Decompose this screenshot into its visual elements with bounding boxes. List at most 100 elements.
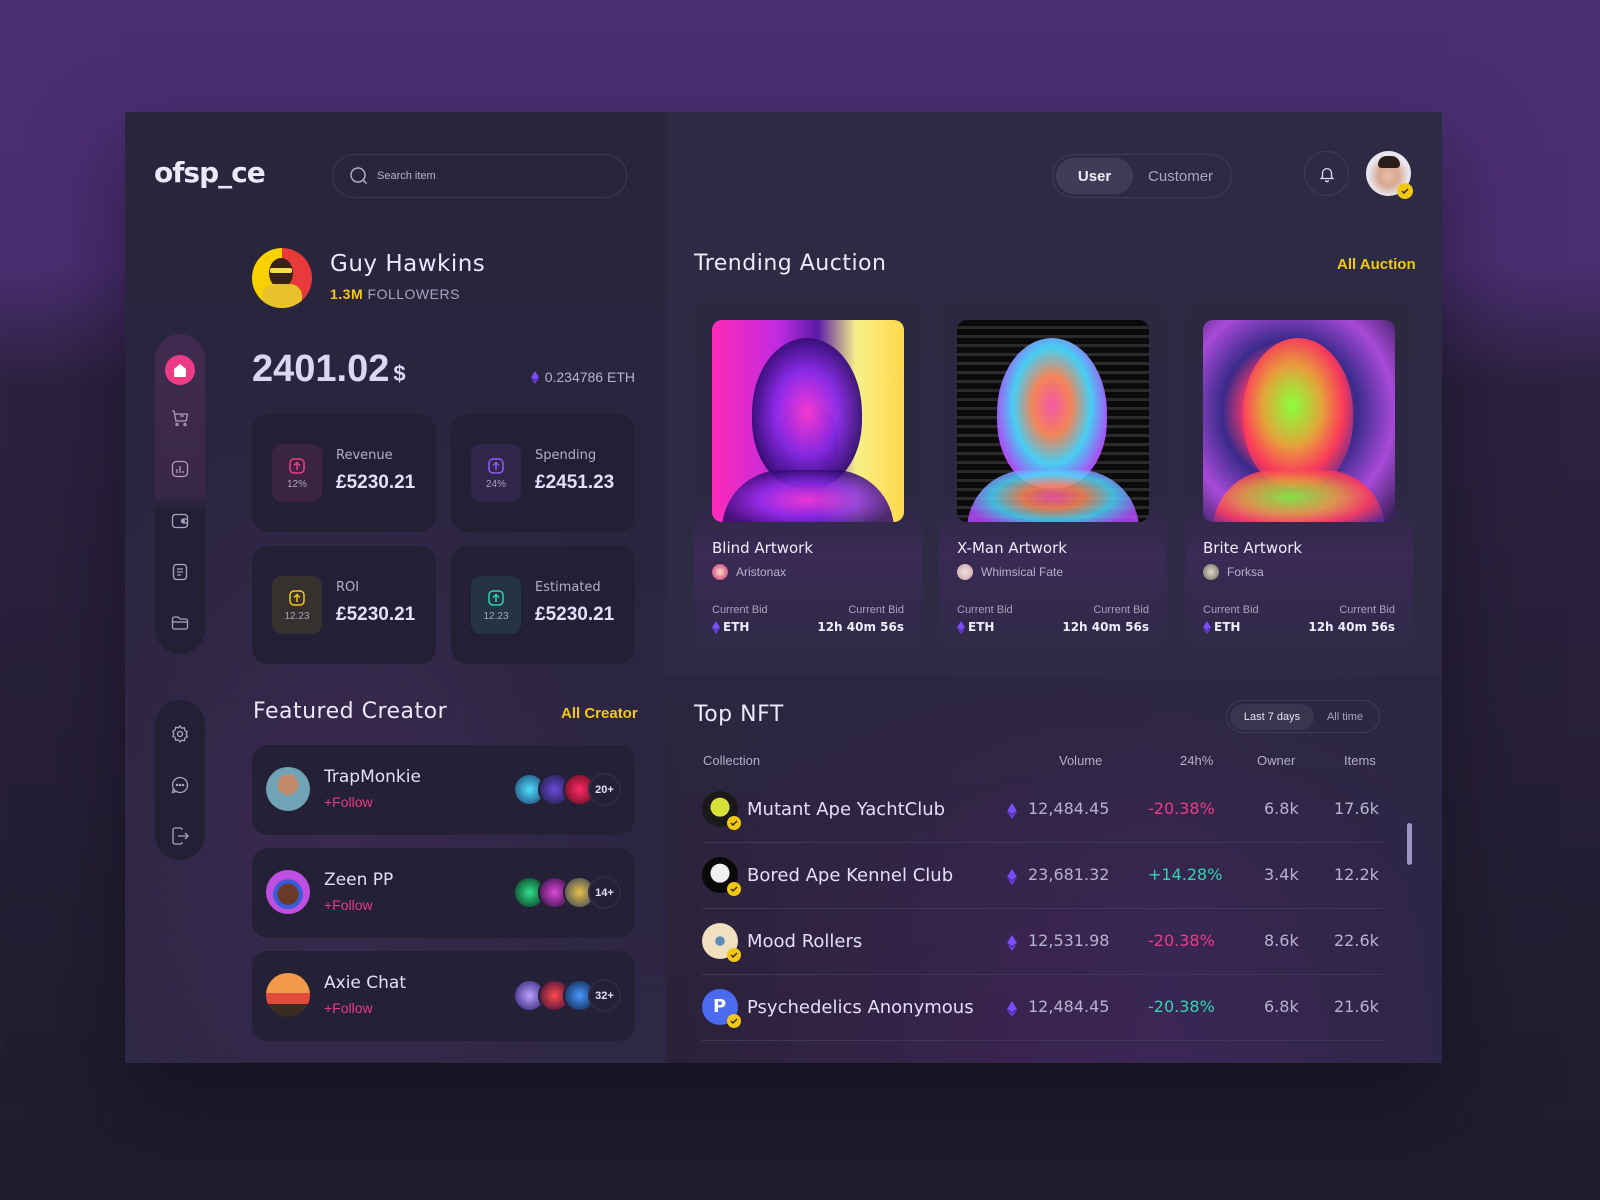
all-creator-link[interactable]: All Creator	[561, 705, 638, 722]
user-avatar[interactable]	[1366, 151, 1413, 199]
check-icon	[730, 1018, 738, 1025]
artwork-author[interactable]: Whimsical Fate	[957, 564, 1063, 580]
collection-name[interactable]: Mood Rollers	[747, 931, 862, 952]
table-scrollbar[interactable]	[1407, 823, 1412, 865]
stat-badge-value: 12.23	[284, 610, 310, 622]
table-row[interactable]: Mood Rollers 12,531.98 -20.38% 8.6k 22.6…	[702, 909, 1382, 975]
stat-card-spending[interactable]: 24% Spending £2451.23	[451, 414, 635, 532]
creator-name[interactable]: TrapMonkie	[324, 767, 421, 787]
collection-name[interactable]: Psychedelics Anonymous	[747, 997, 974, 1018]
artwork-image[interactable]	[1203, 320, 1395, 522]
author-name: Aristonax	[736, 565, 787, 579]
artwork-image[interactable]	[712, 320, 904, 522]
sidebar-item-home[interactable]	[165, 355, 195, 385]
sidebar-item-cart[interactable]	[165, 403, 195, 433]
sidebar-item-settings[interactable]	[165, 719, 195, 749]
follow-button[interactable]: +Follow	[324, 794, 373, 810]
notifications-button[interactable]	[1304, 151, 1349, 196]
logout-icon	[172, 827, 189, 845]
collection-logo	[702, 791, 741, 830]
collection-items: 17.6k	[1334, 799, 1379, 818]
all-auction-link[interactable]: All Auction	[1337, 256, 1416, 273]
auction-card[interactable]: X-Man Artwork Whimsical Fate Current Bid…	[939, 302, 1167, 654]
col-volume[interactable]: Volume	[1059, 753, 1102, 768]
balance-display: 2401.02 $	[252, 348, 406, 391]
period-toggle: Last 7 days All time	[1226, 700, 1380, 733]
chat-icon	[171, 776, 189, 794]
period-last-7-days[interactable]: Last 7 days	[1230, 703, 1314, 730]
stat-card-estimated[interactable]: 12.23 Estimated £5230.21	[451, 546, 635, 664]
stat-value: £5230.21	[336, 604, 416, 625]
stat-value: £5230.21	[535, 604, 615, 625]
table-row[interactable]: Mutant Ape YachtClub 12,484.45 -20.38% 6…	[702, 777, 1382, 843]
follow-button[interactable]: +Follow	[324, 897, 373, 913]
table-row[interactable]: P Psychedelics Anonymous 12,484.45 -20.3…	[702, 975, 1382, 1041]
app-logo[interactable]: ofsp_ce	[154, 156, 266, 189]
role-user-button[interactable]: User	[1056, 158, 1134, 194]
artwork-count[interactable]: 32+	[588, 979, 621, 1012]
col-change[interactable]: 24h%	[1180, 753, 1213, 768]
creator-avatar[interactable]	[266, 767, 310, 811]
artwork-author[interactable]: Aristonax	[712, 564, 786, 580]
sidebar-item-logout[interactable]	[165, 821, 195, 851]
creator-name[interactable]: Zeen PP	[324, 870, 393, 890]
sidebar-item-documents[interactable]	[165, 557, 195, 587]
featured-creator-title: Featured Creator	[253, 699, 448, 724]
col-collection[interactable]: Collection	[703, 753, 760, 768]
time-remaining: 12h 40m 56s	[1308, 620, 1395, 634]
creator-card[interactable]: Zeen PP +Follow 14+	[252, 848, 635, 938]
eth-balance: 0.234786 ETH	[530, 369, 635, 385]
artwork-image[interactable]	[957, 320, 1149, 522]
collection-name[interactable]: Mutant Ape YachtClub	[747, 799, 945, 820]
table-header: Collection Volume 24h% Owner Items	[702, 753, 1382, 777]
search-input[interactable]	[377, 170, 597, 182]
ethereum-icon	[957, 620, 965, 634]
arrow-up-icon	[488, 589, 504, 606]
collection-items: 22.6k	[1334, 931, 1379, 950]
verified-badge	[727, 948, 741, 962]
collection-owners: 8.6k	[1264, 931, 1299, 950]
col-owner[interactable]: Owner	[1257, 753, 1295, 768]
follow-button[interactable]: +Follow	[324, 1000, 373, 1016]
creator-card[interactable]: TrapMonkie +Follow 20+	[252, 745, 635, 835]
time-remaining: 12h 40m 56s	[817, 620, 904, 634]
creator-artworks: 20+	[513, 773, 621, 806]
logo-letter: P	[713, 996, 727, 1017]
creator-avatar[interactable]	[266, 973, 310, 1017]
collection-name[interactable]: Bored Ape Kennel Club	[747, 865, 953, 886]
auction-card[interactable]: Blind Artwork Aristonax Current Bid Curr…	[694, 302, 922, 654]
bid-label: Current Bid	[1203, 604, 1259, 616]
artwork-count[interactable]: 20+	[588, 773, 621, 806]
sidebar-item-folder[interactable]	[165, 608, 195, 638]
creator-name[interactable]: Axie Chat	[324, 973, 406, 993]
search-box[interactable]	[332, 154, 627, 198]
eth-balance-value: 0.234786 ETH	[544, 369, 635, 385]
sidebar-item-messages[interactable]	[165, 770, 195, 800]
artwork-count[interactable]: 14+	[588, 876, 621, 909]
artwork-title[interactable]: Blind Artwork	[712, 539, 813, 557]
sidebar-item-analytics[interactable]	[165, 454, 195, 484]
collection-logo	[702, 923, 741, 962]
sidebar-item-wallet[interactable]	[165, 506, 195, 536]
top-nft-table: Collection Volume 24h% Owner Items Mutan…	[702, 753, 1382, 1041]
stat-badge: 12.23	[471, 576, 521, 634]
auction-card[interactable]: Brite Artwork Forksa Current Bid Current…	[1185, 302, 1413, 654]
collection-items: 21.6k	[1334, 997, 1379, 1016]
artwork-author[interactable]: Forksa	[1203, 564, 1264, 580]
role-customer-button[interactable]: Customer	[1133, 158, 1228, 194]
artwork-title[interactable]: Brite Artwork	[1203, 539, 1302, 557]
verified-badge	[727, 1014, 741, 1028]
stat-card-revenue[interactable]: 12% Revenue £5230.21	[252, 414, 436, 532]
col-items[interactable]: Items	[1344, 753, 1376, 768]
artwork-title[interactable]: X-Man Artwork	[957, 539, 1067, 557]
bid-value: ETH	[1203, 620, 1240, 634]
creator-card[interactable]: Axie Chat +Follow 32+	[252, 951, 635, 1041]
creator-avatar[interactable]	[266, 870, 310, 914]
stat-badge: 12.23	[272, 576, 322, 634]
table-row[interactable]: Bored Ape Kennel Club 23,681.32 +14.28% …	[702, 843, 1382, 909]
stat-card-roi[interactable]: 12.23 ROI £5230.21	[252, 546, 436, 664]
profile-avatar[interactable]	[252, 248, 312, 308]
period-all-time[interactable]: All time	[1314, 704, 1376, 730]
collection-change: -20.38%	[1148, 931, 1215, 950]
balance-amount: 2401.02	[252, 348, 390, 390]
